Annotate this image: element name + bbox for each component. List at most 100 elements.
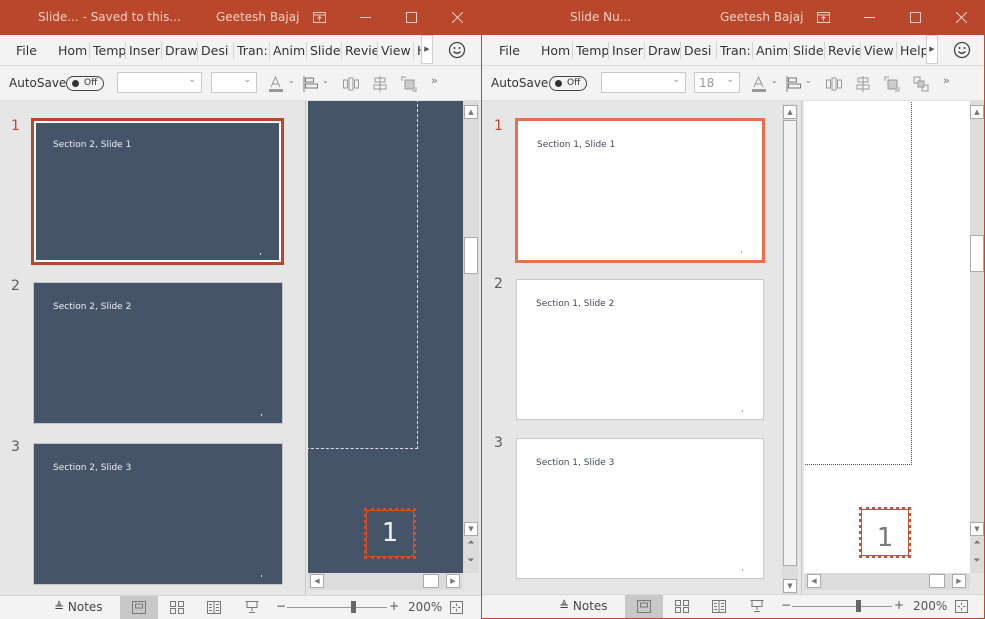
- scroll-up-button[interactable]: ▲: [783, 105, 797, 119]
- zoom-in-button[interactable]: +: [894, 598, 904, 612]
- scroll-thumb[interactable]: [783, 120, 797, 566]
- scroll-down-button[interactable]: ▼: [970, 522, 984, 536]
- reading-view-button[interactable]: [700, 595, 738, 618]
- normal-view-button[interactable]: [120, 596, 158, 619]
- scroll-up-button[interactable]: ▲: [970, 105, 984, 119]
- zoom-out-button[interactable]: −: [781, 598, 791, 612]
- notes-button[interactable]: ≜ Notes: [559, 599, 608, 613]
- font-name-combo[interactable]: ⌄: [601, 72, 686, 93]
- slide-thumbnail[interactable]: Section 1, Slide 3: [516, 438, 764, 579]
- tab-draw[interactable]: Draw: [645, 42, 681, 59]
- arrange-button[interactable]: [883, 75, 901, 93]
- next-slide-button[interactable]: ⏷: [970, 556, 984, 566]
- tab-help[interactable]: Help: [897, 42, 927, 59]
- align-center-button[interactable]: [854, 75, 872, 93]
- align-button[interactable]: [785, 75, 803, 93]
- vertical-scrollbar[interactable]: ▲ ▼ ⏶ ⏷: [463, 101, 479, 573]
- chevron-down-icon[interactable]: ⌄: [322, 76, 329, 85]
- vertical-scrollbar[interactable]: ▲ ▼ ⏶ ⏷: [970, 101, 984, 573]
- slide-editor[interactable]: 1: [308, 101, 463, 573]
- feedback-smiley-icon[interactable]: [448, 41, 466, 59]
- slide-sorter-button[interactable]: [158, 596, 196, 619]
- scroll-thumb[interactable]: [464, 237, 478, 274]
- tab-home[interactable]: Hom: [55, 42, 90, 59]
- zoom-slider-thumb[interactable]: [351, 601, 356, 613]
- zoom-in-button[interactable]: +: [389, 599, 399, 613]
- thumbnails-scrollbar[interactable]: ▲ ▼: [782, 104, 798, 594]
- distribute-button[interactable]: [825, 75, 843, 93]
- user-name[interactable]: Geetesh Bajaj: [216, 10, 299, 24]
- align-button[interactable]: [302, 75, 320, 93]
- close-button[interactable]: [434, 0, 480, 35]
- tab-insert[interactable]: Inser: [126, 42, 162, 59]
- previous-slide-button[interactable]: ⏶: [464, 538, 478, 548]
- tab-slideshow[interactable]: Slide: [790, 42, 825, 59]
- tab-transitions[interactable]: Tran:: [717, 42, 753, 59]
- normal-view-button[interactable]: [625, 595, 663, 618]
- slide-thumbnail[interactable]: Section 1, Slide 2: [516, 279, 764, 420]
- minimize-button[interactable]: [342, 0, 388, 35]
- tab-design[interactable]: Desi: [681, 42, 717, 59]
- tab-animations[interactable]: Anim: [753, 42, 790, 59]
- tab-animations[interactable]: Anim: [270, 42, 307, 59]
- zoom-slider[interactable]: [792, 606, 892, 607]
- scroll-left-button[interactable]: ◀: [310, 574, 324, 588]
- zoom-slider[interactable]: [287, 607, 387, 608]
- zoom-level[interactable]: 200%: [913, 599, 947, 613]
- font-size-combo[interactable]: ⌄: [211, 72, 257, 93]
- slide-thumbnail[interactable]: Section 2, Slide 1: [31, 118, 284, 265]
- scroll-down-button[interactable]: ▼: [783, 579, 797, 593]
- horizontal-scrollbar[interactable]: ◀ ▶: [804, 573, 970, 590]
- pane-splitter[interactable]: [801, 101, 802, 595]
- tab-review[interactable]: Revie: [342, 42, 378, 59]
- ribbon-display-options-button[interactable]: [296, 0, 342, 35]
- font-color-button[interactable]: [268, 75, 286, 93]
- scroll-thumb[interactable]: [423, 574, 439, 588]
- scroll-right-button[interactable]: ▶: [446, 574, 460, 588]
- tab-transitions[interactable]: Tran:: [234, 42, 270, 59]
- font-color-button[interactable]: [751, 75, 769, 93]
- ribbon-scroll-right-button[interactable]: ▶: [926, 35, 938, 64]
- zoom-out-button[interactable]: −: [276, 599, 286, 613]
- ribbon-display-options-button[interactable]: [800, 0, 846, 35]
- slideshow-button[interactable]: [738, 595, 776, 618]
- scroll-left-button[interactable]: ◀: [807, 574, 821, 588]
- close-button[interactable]: [938, 0, 984, 35]
- tab-insert[interactable]: Inser: [609, 42, 645, 59]
- slide-number-placeholder[interactable]: 1: [859, 507, 911, 558]
- tab-file[interactable]: File: [13, 42, 40, 59]
- tab-slideshow[interactable]: Slide: [307, 42, 342, 59]
- autosave-toggle[interactable]: Off: [549, 76, 587, 91]
- chevron-down-icon[interactable]: ⌄: [805, 76, 812, 85]
- feedback-smiley-icon[interactable]: [953, 41, 971, 59]
- tab-file[interactable]: File: [496, 42, 523, 59]
- chevron-down-icon[interactable]: ⌄: [288, 76, 295, 85]
- tab-draw[interactable]: Draw: [162, 42, 198, 59]
- maximize-button[interactable]: [892, 0, 938, 35]
- fit-slide-button[interactable]: [441, 596, 471, 619]
- scroll-thumb[interactable]: [929, 574, 945, 588]
- font-name-combo[interactable]: ⌄: [117, 72, 202, 93]
- arrange-button[interactable]: [400, 75, 418, 93]
- scroll-right-button[interactable]: ▶: [952, 574, 966, 588]
- reading-view-button[interactable]: [195, 596, 233, 619]
- font-size-combo[interactable]: 18 ⌄: [694, 72, 740, 93]
- horizontal-scrollbar[interactable]: ◀ ▶: [308, 573, 463, 590]
- tab-templates[interactable]: Temp: [90, 42, 126, 59]
- fit-slide-button[interactable]: [946, 595, 976, 618]
- tab-design[interactable]: Desi: [198, 42, 234, 59]
- content-placeholder[interactable]: [308, 101, 418, 449]
- tab-templates[interactable]: Temp: [573, 42, 609, 59]
- minimize-button[interactable]: [846, 0, 892, 35]
- more-commands-icon[interactable]: »: [943, 74, 950, 87]
- slideshow-button[interactable]: [233, 596, 271, 619]
- tab-home[interactable]: Hom: [538, 42, 573, 59]
- group-button[interactable]: [912, 75, 930, 93]
- tab-view[interactable]: View: [378, 42, 414, 59]
- more-commands-icon[interactable]: »: [431, 74, 438, 87]
- pane-splitter[interactable]: [305, 101, 306, 595]
- zoom-level[interactable]: 200%: [408, 600, 442, 614]
- distribute-button[interactable]: [342, 75, 360, 93]
- ribbon-scroll-right-button[interactable]: ▶: [421, 35, 433, 64]
- slide-thumbnail[interactable]: Section 1, Slide 1: [515, 118, 765, 263]
